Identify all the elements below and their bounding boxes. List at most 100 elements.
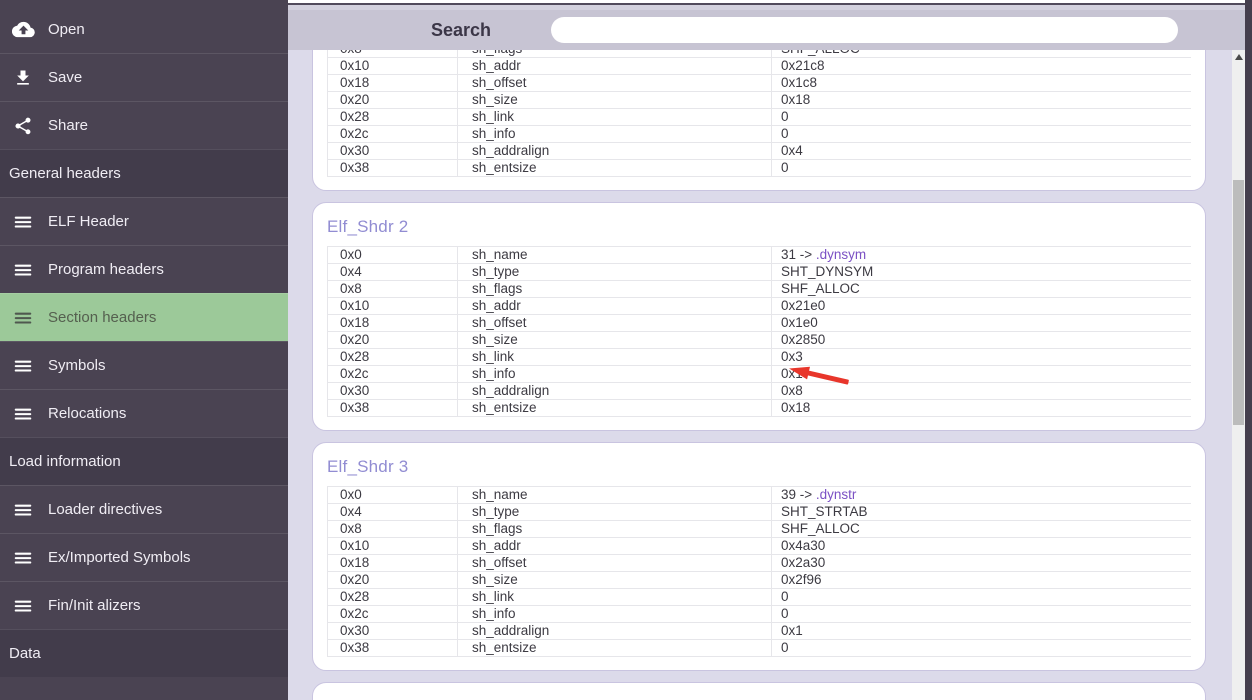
sidebar-item-fin-init-alizers[interactable]: Fin/Init alizers — [0, 581, 288, 629]
row-field-name: sh_addralign — [457, 623, 771, 639]
row-field-name: sh_link — [457, 349, 771, 365]
table-row: 0x8 sh_flags SHF_ALLOC — [328, 281, 1191, 298]
scrollbar-thumb[interactable] — [1233, 180, 1244, 425]
sidebar-item-relocations[interactable]: Relocations — [0, 389, 288, 437]
section-name-link[interactable]: .dynstr — [816, 487, 857, 502]
row-field-name: sh_flags — [457, 281, 771, 297]
table-row: 0x30 sh_addralign 0x1 — [328, 623, 1191, 640]
table-row: 0x30 sh_addralign 0x8 — [328, 383, 1191, 400]
row-offset: 0x18 — [328, 75, 457, 91]
sidebar-item-save[interactable]: Save — [0, 53, 288, 101]
row-value: 0x21e0 — [771, 298, 1191, 314]
row-value: 0 — [771, 160, 1191, 176]
card-table: 0x8 sh_flags SHF_ALLOC 0x10 sh_addr 0x21… — [327, 40, 1191, 177]
card-title: Elf_Shdr 2 — [327, 216, 1191, 238]
row-field-name: sh_info — [457, 606, 771, 622]
sidebar-item-label: Ex/Imported Symbols — [48, 549, 191, 566]
row-value: 0x1 — [771, 623, 1191, 639]
sidebar-item-label: Relocations — [48, 405, 126, 422]
row-offset: 0x8 — [328, 281, 457, 297]
search-toolbar: Search — [288, 10, 1245, 50]
row-value: 0 — [771, 640, 1191, 656]
table-row: 0x10 sh_addr 0x21e0 — [328, 298, 1191, 315]
row-value: SHT_DYNSYM — [771, 264, 1191, 280]
table-row: 0x28 sh_link 0 — [328, 109, 1191, 126]
sidebar-item-ex-imported-symbols[interactable]: Ex/Imported Symbols — [0, 533, 288, 581]
row-value: 0 — [771, 126, 1191, 142]
row-offset: 0x4 — [328, 504, 457, 520]
row-value: 0x2f96 — [771, 572, 1191, 588]
scroll-up-button[interactable] — [1232, 50, 1245, 64]
sidebar-item-open[interactable]: Open — [0, 5, 288, 53]
card-elf-shdr-3: Elf_Shdr 3 0x0 sh_name 39 -> .dynstr 0x4… — [312, 442, 1206, 671]
download-icon — [11, 66, 35, 90]
row-value: 0 — [771, 589, 1191, 605]
search-label: Search — [431, 10, 491, 50]
row-offset: 0x18 — [328, 315, 457, 331]
row-offset: 0x8 — [328, 521, 457, 537]
row-offset: 0x30 — [328, 383, 457, 399]
row-offset: 0x10 — [328, 58, 457, 74]
row-value: 0x1e0 — [771, 315, 1191, 331]
share-icon — [11, 114, 35, 138]
table-row: 0x30 sh_addralign 0x4 — [328, 143, 1191, 160]
list-icon — [11, 306, 35, 330]
scrollbar[interactable] — [1232, 50, 1245, 700]
sidebar-item-elf-header[interactable]: ELF Header — [0, 197, 288, 245]
table-row: 0x20 sh_size 0x18 — [328, 92, 1191, 109]
row-offset: 0x0 — [328, 247, 457, 263]
row-value: 0x4a30 — [771, 538, 1191, 554]
sidebar-item-program-headers[interactable]: Program headers — [0, 245, 288, 293]
table-row: 0x28 sh_link 0x3 — [328, 349, 1191, 366]
card-table: 0x0 sh_name 39 -> .dynstr 0x4 sh_type SH… — [327, 486, 1191, 657]
row-field-name: sh_flags — [457, 521, 771, 537]
table-row: 0x38 sh_entsize 0 — [328, 160, 1191, 177]
row-value: 0x2850 — [771, 332, 1191, 348]
row-field-name: sh_info — [457, 366, 771, 382]
row-value: SHT_STRTAB — [771, 504, 1191, 520]
window-edge — [1245, 0, 1252, 700]
sidebar-item-label: Symbols — [48, 357, 106, 374]
row-value: 0x18 — [771, 400, 1191, 416]
table-row: 0x20 sh_size 0x2f96 — [328, 572, 1191, 589]
row-field-name: sh_size — [457, 572, 771, 588]
row-offset: 0x30 — [328, 143, 457, 159]
sidebar-item-share[interactable]: Share — [0, 101, 288, 149]
sidebar: Open Save Share General headers ELF Head… — [0, 0, 288, 700]
table-row: 0x20 sh_size 0x2850 — [328, 332, 1191, 349]
table-row: 0x38 sh_entsize 0 — [328, 640, 1191, 657]
row-field-name: sh_type — [457, 264, 771, 280]
card-table: 0x0 sh_name 31 -> .dynsym 0x4 sh_type SH… — [327, 246, 1191, 417]
row-offset: 0x2c — [328, 606, 457, 622]
row-field-name: sh_info — [457, 126, 771, 142]
table-row: 0x2c sh_info 0 — [328, 606, 1191, 623]
list-icon — [11, 354, 35, 378]
list-icon — [11, 594, 35, 618]
row-field-name: sh_link — [457, 109, 771, 125]
row-field-name: sh_size — [457, 332, 771, 348]
row-offset: 0x10 — [328, 298, 457, 314]
annotation-arrow-icon — [788, 362, 854, 390]
row-value: 0x1c8 — [771, 75, 1191, 91]
list-icon — [11, 498, 35, 522]
sidebar-item-symbols[interactable]: Symbols — [0, 341, 288, 389]
section-name-link[interactable]: .dynsym — [816, 247, 866, 262]
table-row: 0x8 sh_flags SHF_ALLOC — [328, 521, 1191, 538]
table-row: 0x4 sh_type SHT_STRTAB — [328, 504, 1191, 521]
row-offset: 0x38 — [328, 400, 457, 416]
card-elf-shdr-2: Elf_Shdr 2 0x0 sh_name 31 -> .dynsym 0x4… — [312, 202, 1206, 431]
row-offset: 0x0 — [328, 487, 457, 503]
row-field-name: sh_name — [457, 487, 771, 503]
row-field-name: sh_name — [457, 247, 771, 263]
row-offset: 0x30 — [328, 623, 457, 639]
row-offset: 0x28 — [328, 589, 457, 605]
table-row: 0x38 sh_entsize 0x18 — [328, 400, 1191, 417]
sidebar-item-section-headers[interactable]: Section headers — [0, 293, 288, 341]
cloud-upload-icon — [11, 17, 35, 41]
content: Elf_Shdr 1 0x8 sh_flags SHF_ALLOC 0x10 s… — [288, 0, 1232, 700]
sidebar-item-loader-directives[interactable]: Loader directives — [0, 485, 288, 533]
row-field-name: sh_addr — [457, 298, 771, 314]
search-input[interactable] — [551, 17, 1178, 43]
row-offset: 0x18 — [328, 555, 457, 571]
row-field-name: sh_addr — [457, 58, 771, 74]
